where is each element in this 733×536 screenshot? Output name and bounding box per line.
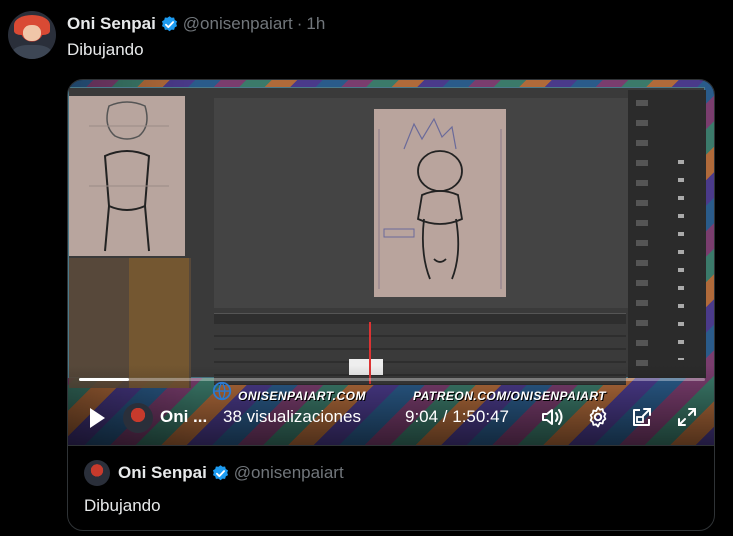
quoted-tweet[interactable]: Oni Senpai @onisenpaiart Dibujando	[68, 445, 714, 530]
author-avatar[interactable]	[8, 11, 56, 59]
video-controls: Oni ... 38 visualizaciones 9:04 / 1:50:4…	[68, 398, 714, 438]
channel-name[interactable]: Oni ...	[160, 407, 207, 427]
play-icon[interactable]	[88, 407, 106, 429]
author-handle[interactable]: @onisenpaiart	[183, 14, 293, 34]
quoted-author-handle[interactable]: @onisenpaiart	[234, 463, 344, 483]
video-frame-screen	[68, 87, 706, 388]
reference-canvas	[69, 96, 185, 256]
video-progress-fill	[79, 378, 130, 381]
view-count: 38 visualizaciones	[223, 407, 361, 426]
fullscreen-icon[interactable]	[675, 405, 699, 429]
quoted-author-avatar[interactable]	[84, 460, 110, 486]
video-progress-bar[interactable]	[79, 378, 705, 381]
quoted-author-name[interactable]: Oni Senpai	[118, 463, 207, 483]
channel-avatar[interactable]	[123, 403, 153, 433]
author-name[interactable]: Oni Senpai	[67, 14, 156, 34]
quoted-tweet-header: Oni Senpai @onisenpaiart	[118, 463, 344, 483]
tweet-header: Oni Senpai @onisenpaiart · 1h	[67, 13, 325, 35]
drawing-paper	[374, 109, 506, 297]
gear-icon[interactable]	[586, 405, 610, 429]
video-timecode: 9:04 / 1:50:47	[405, 407, 509, 426]
volume-icon[interactable]	[540, 405, 564, 429]
verified-badge-icon	[161, 15, 177, 31]
tool-panel	[628, 90, 706, 378]
separator-dot: ·	[296, 14, 303, 33]
picture-in-picture-icon[interactable]	[630, 405, 654, 429]
tweet-timestamp[interactable]: 1h	[306, 14, 325, 34]
verified-badge-icon	[212, 464, 228, 480]
tweet-text: Dibujando	[67, 40, 144, 59]
video-player[interactable]: ONISENPAIART.COM PATREON.COM/ONISENPAIAR…	[68, 80, 714, 445]
quoted-tweet-text: Dibujando	[84, 496, 161, 515]
media-card: ONISENPAIART.COM PATREON.COM/ONISENPAIAR…	[67, 79, 715, 531]
